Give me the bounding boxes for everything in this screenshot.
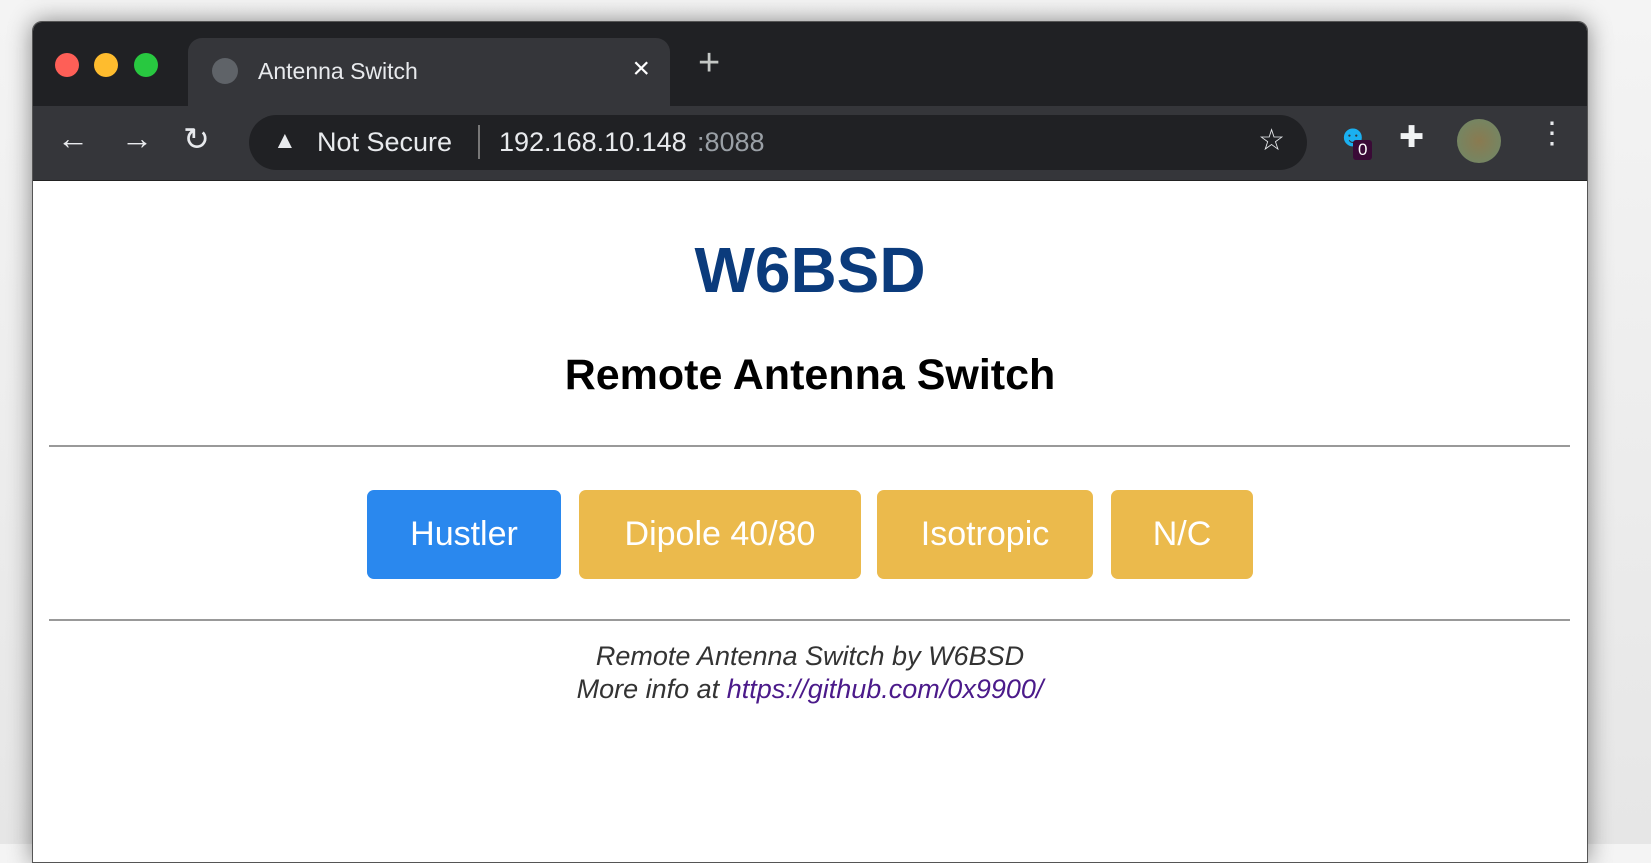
back-icon[interactable]: ← [57,120,89,157]
new-tab-icon[interactable]: + [698,42,720,85]
tab-title: Antenna Switch [258,58,418,84]
warning-icon: ▲ [273,127,297,154]
divider-bottom [49,619,1570,621]
browser-window: Antenna Switch × + ← → ↻ ▲ Not Secure 19… [32,21,1588,863]
divider-top [49,445,1570,447]
extension-badge: 0 [1353,140,1373,160]
antenna-button-nc[interactable]: N/C [1111,490,1253,579]
page-subtitle: Remote Antenna Switch [564,351,1056,399]
divider [478,125,480,159]
minimize-window-button[interactable] [94,53,118,77]
close-window-button[interactable] [55,53,79,77]
menu-kebab-icon[interactable]: ⋮ [1537,116,1567,151]
extensions-puzzle-icon[interactable]: ✚ [1399,120,1424,155]
github-link[interactable]: https://github.com/0x9900/ [727,674,1044,704]
globe-icon [212,58,238,84]
tab-antenna-switch[interactable]: Antenna Switch × [188,38,670,106]
tab-bar: Antenna Switch × + [33,22,1587,106]
callsign-heading: W6BSD [694,234,926,306]
url-port: :8088 [697,127,765,157]
antenna-button-dipole[interactable]: Dipole 40/80 [579,490,861,579]
url-host: 192.168.10.148 [499,127,687,157]
footer-info: More info at https://github.com/0x9900/ [33,674,1587,705]
footer-credit: Remote Antenna Switch by W6BSD [595,641,1025,671]
forward-icon[interactable]: → [121,120,153,157]
address-bar[interactable]: ▲ Not Secure 192.168.10.148 :8088 ☆ [249,115,1307,170]
antenna-button-hustler[interactable]: Hustler [367,490,561,579]
security-label[interactable]: Not Secure [317,127,452,158]
bookmark-star-icon[interactable]: ☆ [1258,123,1285,158]
footer-info-prefix: More info at [576,674,727,704]
maximize-window-button[interactable] [134,53,158,77]
profile-avatar[interactable] [1457,119,1501,163]
toolbar: ← → ↻ ▲ Not Secure 192.168.10.148 :8088 … [33,106,1587,181]
close-tab-icon[interactable]: × [632,52,650,86]
antenna-button-isotropic[interactable]: Isotropic [877,490,1093,579]
page-content: W6BSD Remote Antenna Switch Hustler Dipo… [33,181,1587,862]
reload-icon[interactable]: ↻ [183,120,210,158]
